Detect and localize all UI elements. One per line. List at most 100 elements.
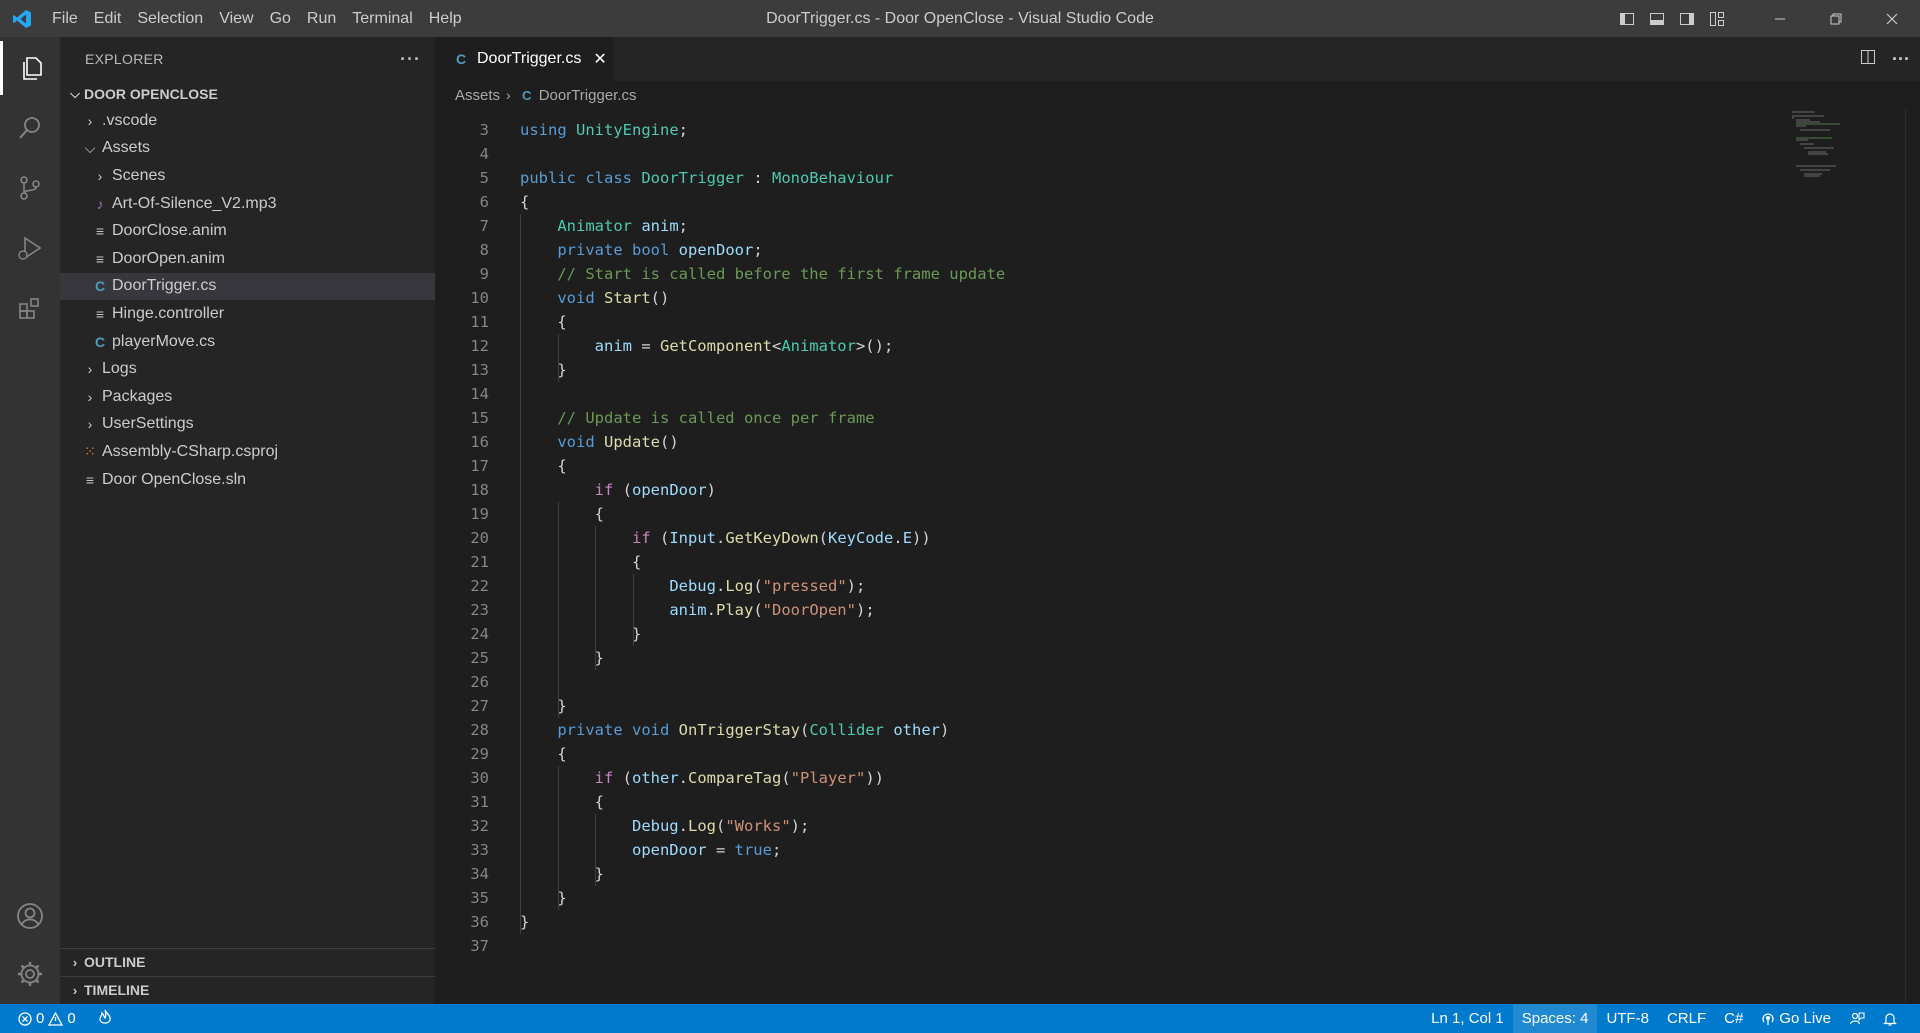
tab-doortrigger[interactable]: C DoorTrigger.cs ✕ — [435, 37, 613, 81]
menu-terminal[interactable]: Terminal — [344, 0, 420, 37]
tree-file[interactable]: ♪ Art-Of-Silence_V2.mp3 — [60, 190, 435, 218]
tree-file[interactable]: ≡ DoorClose.anim — [60, 217, 435, 245]
chevron-right-icon: › — [87, 361, 93, 378]
minimize-button[interactable] — [1752, 0, 1808, 37]
indent-guide — [557, 766, 559, 910]
code-token: Update — [604, 433, 660, 451]
run-debug-icon[interactable] — [0, 221, 60, 275]
breadcrumb-folder[interactable]: Assets — [455, 87, 500, 104]
chevron-down-icon: ⌵ — [70, 86, 80, 101]
tree-folder[interactable]: › Scenes — [60, 162, 435, 190]
line-number: 35 — [470, 889, 489, 907]
tree-folder[interactable]: ⌵ Assets — [60, 135, 435, 163]
code-token: ) — [940, 721, 950, 739]
code-line: 11 { — [435, 310, 1785, 334]
editor-scrollbar[interactable] — [1905, 109, 1906, 1004]
line-code: anim = GetComponent<Animator>(); — [520, 334, 894, 358]
code-token: if — [594, 769, 614, 787]
notifications-bell-icon[interactable] — [1874, 1004, 1906, 1033]
menu-help[interactable]: Help — [421, 0, 470, 37]
toggle-secondary-sidebar-button[interactable] — [1672, 0, 1702, 37]
code-token: () — [660, 433, 679, 451]
timeline-section-header[interactable]: › TIMELINE — [60, 976, 435, 1003]
menu-view[interactable]: View — [211, 0, 261, 37]
feedback-icon[interactable] — [1840, 1004, 1874, 1033]
line-number: 27 — [470, 697, 489, 715]
code-token: private void — [557, 721, 670, 739]
line-code: { — [520, 190, 529, 214]
breadcrumb-file[interactable]: DoorTrigger.cs — [539, 87, 637, 104]
more-actions-button[interactable]: ··· — [400, 49, 421, 70]
close-window-button[interactable] — [1864, 0, 1920, 37]
code-token: } — [520, 865, 604, 883]
code-line: 32 Debug.Log("Works"); — [435, 814, 1785, 838]
problems-status[interactable]: 0 0 — [18, 1010, 76, 1027]
code-line: 21 { — [435, 550, 1785, 574]
line-number: 15 — [470, 409, 489, 427]
csharp-file-icon: C — [94, 333, 106, 350]
workspace-section-header[interactable]: ⌵ DOOR OPENCLOSE — [60, 81, 435, 107]
tree-file[interactable]: CplayerMove.cs — [60, 328, 435, 356]
tree-folder[interactable]: › .vscode — [60, 107, 435, 135]
line-code: } — [520, 358, 567, 382]
encoding-status[interactable]: UTF-8 — [1597, 1004, 1658, 1033]
more-editor-actions-icon[interactable]: ··· — [1892, 49, 1910, 70]
language-mode[interactable]: C# — [1715, 1004, 1752, 1033]
extensions-icon[interactable] — [0, 281, 60, 335]
line-code: Animator anim; — [520, 214, 688, 238]
tree-file[interactable]: ≡ Door OpenClose.sln — [60, 466, 435, 494]
code-editor[interactable]: 3 using UnityEngine; 4 5 public class DoorTr… — [435, 109, 1920, 1004]
eol-status[interactable]: CRLF — [1658, 1004, 1715, 1033]
flame-icon[interactable] — [98, 1009, 112, 1029]
tab-label: DoorTrigger.cs — [477, 50, 582, 67]
tree-folder[interactable]: › UserSettings — [60, 411, 435, 439]
menu-file[interactable]: File — [44, 0, 86, 37]
line-number: 23 — [470, 601, 489, 619]
menu-edit[interactable]: Edit — [86, 0, 130, 37]
tree-file[interactable]: ≡ Hinge.controller — [60, 300, 435, 328]
broadcast-icon — [1762, 1012, 1774, 1025]
close-tab-icon[interactable]: ✕ — [593, 49, 606, 69]
code-line: 20 if (Input.GetKeyDown(KeyCode.E)) — [435, 526, 1785, 550]
indentation-status[interactable]: Spaces: 4 — [1512, 1004, 1598, 1033]
code-token: } — [520, 361, 567, 379]
line-number: 10 — [470, 289, 489, 307]
tree-file[interactable]: ≡ DoorOpen.anim — [60, 245, 435, 273]
minimap[interactable] — [1790, 109, 1850, 179]
explorer-icon[interactable] — [0, 41, 60, 95]
split-editor-icon[interactable] — [1860, 49, 1876, 70]
tree-file[interactable]: ⁙ Assembly-CSharp.csproj — [60, 438, 435, 466]
tree-file[interactable]: C DoorTrigger.cs — [60, 272, 435, 301]
go-live-button[interactable]: Go Live — [1752, 1004, 1840, 1033]
toggle-primary-sidebar-button[interactable] — [1612, 0, 1642, 37]
code-token: { — [520, 553, 642, 571]
xml-file-icon: ⁙ — [84, 443, 96, 460]
tree-folder[interactable]: › Packages — [60, 383, 435, 411]
code-token: void — [557, 433, 595, 451]
menu-go[interactable]: Go — [262, 0, 299, 37]
manage-gear-icon[interactable] — [0, 947, 60, 1001]
restore-button[interactable] — [1808, 0, 1864, 37]
customize-layout-button[interactable] — [1702, 0, 1732, 37]
line-code: { — [520, 310, 566, 334]
code-token: Start — [604, 289, 651, 307]
cursor-position[interactable]: Ln 1, Col 1 — [1422, 1004, 1513, 1033]
chevron-right-icon: › — [87, 112, 93, 129]
code-token: Input — [669, 529, 716, 547]
menu-run[interactable]: Run — [299, 0, 344, 37]
chevron-right-icon: › — [72, 982, 78, 998]
accounts-icon[interactable] — [0, 889, 60, 943]
chevron-right-icon: › — [506, 87, 511, 103]
toggle-panel-button[interactable] — [1642, 0, 1672, 37]
outline-section-header[interactable]: › OUTLINE — [60, 948, 435, 975]
tree-folder[interactable]: › Logs — [60, 355, 435, 383]
menu-selection[interactable]: Selection — [129, 0, 211, 37]
chevron-down-icon: ⌵ — [84, 139, 96, 156]
code-token: () — [650, 289, 670, 307]
source-control-icon[interactable] — [0, 161, 60, 215]
code-line: 14 — [435, 382, 1785, 406]
search-icon[interactable] — [0, 101, 60, 155]
code-line: 30 if (other.CompareTag("Player")) — [435, 766, 1785, 790]
